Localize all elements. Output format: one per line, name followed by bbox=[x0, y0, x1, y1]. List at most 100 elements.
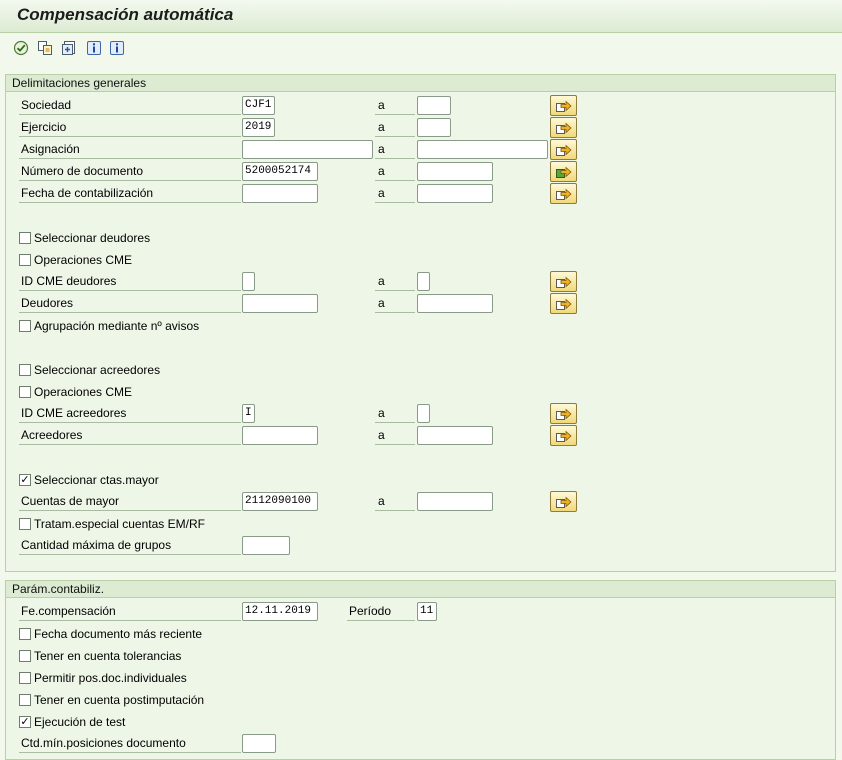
ejecucion-test-label: Ejecución de test bbox=[34, 715, 126, 729]
seleccionar-deudores-checkbox[interactable] bbox=[19, 232, 31, 244]
tratam-especial-checkbox[interactable] bbox=[19, 518, 31, 530]
info-icon[interactable] bbox=[85, 39, 103, 57]
seleccionar-acreedores-row[interactable]: Seleccionar acreedores bbox=[19, 362, 160, 378]
acreedores-from-input[interactable] bbox=[242, 426, 318, 445]
fecha-contabilizacion-range-sep: a bbox=[375, 184, 415, 203]
id-cme-acreedores-multiselect-button[interactable] bbox=[550, 403, 577, 424]
application-toolbar bbox=[0, 34, 842, 64]
fecha-contabilizacion-multiselect-button[interactable] bbox=[550, 183, 577, 204]
acreedores-to-input[interactable] bbox=[417, 426, 493, 445]
multiple-selection-arrow-icon bbox=[556, 100, 572, 112]
ejercicio-to-input[interactable] bbox=[417, 118, 451, 137]
asignacion-multiselect-button[interactable] bbox=[550, 139, 577, 160]
periodo-label: Período bbox=[347, 602, 415, 621]
periodo-input[interactable]: 11 bbox=[417, 602, 437, 621]
execute-icon[interactable] bbox=[12, 39, 30, 57]
cuentas-mayor-range-sep: a bbox=[375, 492, 415, 511]
tratam-especial-label: Tratam.especial cuentas EM/RF bbox=[34, 517, 205, 531]
multiple-selection-arrow-icon bbox=[556, 188, 572, 200]
id-cme-deudores-from-input[interactable] bbox=[242, 272, 255, 291]
seleccionar-ctas-mayor-checkbox[interactable]: ✓ bbox=[19, 474, 31, 486]
ctd-min-posiciones-input[interactable] bbox=[242, 734, 276, 753]
cantidad-max-grupos-input[interactable] bbox=[242, 536, 290, 555]
postimputacion-label: Tener en cuenta postimputación bbox=[34, 693, 205, 707]
page-title: Compensación automática bbox=[17, 5, 234, 24]
id-cme-deudores-label: ID CME deudores bbox=[19, 272, 241, 291]
fecha-doc-reciente-checkbox[interactable] bbox=[19, 628, 31, 640]
id-cme-deudores-range-sep: a bbox=[375, 272, 415, 291]
sociedad-range-sep: a bbox=[375, 96, 415, 115]
numero-documento-to-input[interactable] bbox=[417, 162, 493, 181]
fecha-contabilizacion-from-input[interactable] bbox=[242, 184, 318, 203]
operaciones-cme-acreedores-row[interactable]: Operaciones CME bbox=[19, 384, 132, 400]
multiple-selection-arrow-icon bbox=[556, 276, 572, 288]
operaciones-cme-acreedores-checkbox[interactable] bbox=[19, 386, 31, 398]
ejercicio-range-sep: a bbox=[375, 118, 415, 137]
multiple-selection-arrow-icon bbox=[556, 408, 572, 420]
id-cme-acreedores-to-input[interactable] bbox=[417, 404, 430, 423]
agrupacion-avisos-checkbox[interactable] bbox=[19, 320, 31, 332]
id-cme-deudores-multiselect-button[interactable] bbox=[550, 271, 577, 292]
numero-documento-label: Número de documento bbox=[19, 162, 241, 181]
seleccionar-acreedores-label: Seleccionar acreedores bbox=[34, 363, 161, 377]
acreedores-label: Acreedores bbox=[19, 426, 241, 445]
asignacion-from-input[interactable] bbox=[242, 140, 373, 159]
seleccionar-deudores-row[interactable]: Seleccionar deudores bbox=[19, 230, 150, 246]
tolerancias-row[interactable]: Tener en cuenta tolerancias bbox=[19, 648, 181, 664]
acreedores-multiselect-button[interactable] bbox=[550, 425, 577, 446]
cuentas-mayor-from-input[interactable]: 2112090100 bbox=[242, 492, 318, 511]
numero-documento-from-input[interactable]: 5200052174 bbox=[242, 162, 318, 181]
id-cme-acreedores-from-input[interactable]: I bbox=[242, 404, 255, 423]
id-cme-deudores-to-input[interactable] bbox=[417, 272, 430, 291]
multiple-selection-arrow-icon bbox=[556, 496, 572, 508]
posting-parameters-header: Parám.contabiliz. bbox=[6, 581, 835, 598]
cuentas-mayor-label: Cuentas de mayor bbox=[19, 492, 241, 511]
sociedad-to-input[interactable] bbox=[417, 96, 451, 115]
pos-doc-individuales-row[interactable]: Permitir pos.doc.individuales bbox=[19, 670, 187, 686]
pos-doc-individuales-checkbox[interactable] bbox=[19, 672, 31, 684]
multiple-selection-arrow-icon bbox=[556, 298, 572, 310]
deudores-multiselect-button[interactable] bbox=[550, 293, 577, 314]
fe-compensacion-input[interactable]: 12.11.2019 bbox=[242, 602, 318, 621]
postimputacion-row[interactable]: Tener en cuenta postimputación bbox=[19, 692, 204, 708]
sociedad-label: Sociedad bbox=[19, 96, 241, 115]
copy-variant-icon[interactable] bbox=[36, 39, 54, 57]
seleccionar-acreedores-checkbox[interactable] bbox=[19, 364, 31, 376]
agrupacion-avisos-row[interactable]: Agrupación mediante nº avisos bbox=[19, 318, 199, 334]
deudores-from-input[interactable] bbox=[242, 294, 318, 313]
tratam-especial-row[interactable]: Tratam.especial cuentas EM/RF bbox=[19, 516, 205, 532]
get-variant-icon[interactable] bbox=[60, 39, 78, 57]
cantidad-max-grupos-label: Cantidad máxima de grupos bbox=[19, 536, 241, 555]
sociedad-multiselect-button[interactable] bbox=[550, 95, 577, 116]
ejecucion-test-checkbox[interactable]: ✓ bbox=[19, 716, 31, 728]
cuentas-mayor-multiselect-button[interactable] bbox=[550, 491, 577, 512]
cuentas-mayor-to-input[interactable] bbox=[417, 492, 493, 511]
operaciones-cme-deudores-checkbox[interactable] bbox=[19, 254, 31, 266]
tolerancias-checkbox[interactable] bbox=[19, 650, 31, 662]
postimputacion-checkbox[interactable] bbox=[19, 694, 31, 706]
id-cme-acreedores-range-sep: a bbox=[375, 404, 415, 423]
numero-documento-multiselect-button-active[interactable] bbox=[550, 161, 577, 182]
asignacion-label: Asignación bbox=[19, 140, 241, 159]
fecha-doc-reciente-row[interactable]: Fecha documento más reciente bbox=[19, 626, 202, 642]
sociedad-from-input[interactable]: CJF1 bbox=[242, 96, 275, 115]
fe-compensacion-label: Fe.compensación bbox=[19, 602, 241, 621]
ejercicio-multiselect-button[interactable] bbox=[550, 117, 577, 138]
fecha-contabilizacion-to-input[interactable] bbox=[417, 184, 493, 203]
multiple-selection-active-icon bbox=[556, 166, 572, 178]
seleccionar-ctas-mayor-row[interactable]: ✓ Seleccionar ctas.mayor bbox=[19, 472, 159, 488]
multiple-selection-arrow-icon bbox=[556, 122, 572, 134]
operaciones-cme-deudores-label: Operaciones CME bbox=[34, 253, 133, 267]
seleccionar-deudores-label: Seleccionar deudores bbox=[34, 231, 151, 245]
deudores-label: Deudores bbox=[19, 294, 241, 313]
ejecucion-test-row[interactable]: ✓ Ejecución de test bbox=[19, 714, 125, 730]
operaciones-cme-deudores-row[interactable]: Operaciones CME bbox=[19, 252, 132, 268]
info-icon-2[interactable] bbox=[108, 39, 126, 57]
tolerancias-label: Tener en cuenta tolerancias bbox=[34, 649, 182, 663]
asignacion-to-input[interactable] bbox=[417, 140, 548, 159]
deudores-to-input[interactable] bbox=[417, 294, 493, 313]
seleccionar-ctas-mayor-label: Seleccionar ctas.mayor bbox=[34, 473, 159, 487]
ejercicio-from-input[interactable]: 2019 bbox=[242, 118, 275, 137]
fecha-contabilizacion-label: Fecha de contabilización bbox=[19, 184, 241, 203]
agrupacion-avisos-label: Agrupación mediante nº avisos bbox=[34, 319, 200, 333]
